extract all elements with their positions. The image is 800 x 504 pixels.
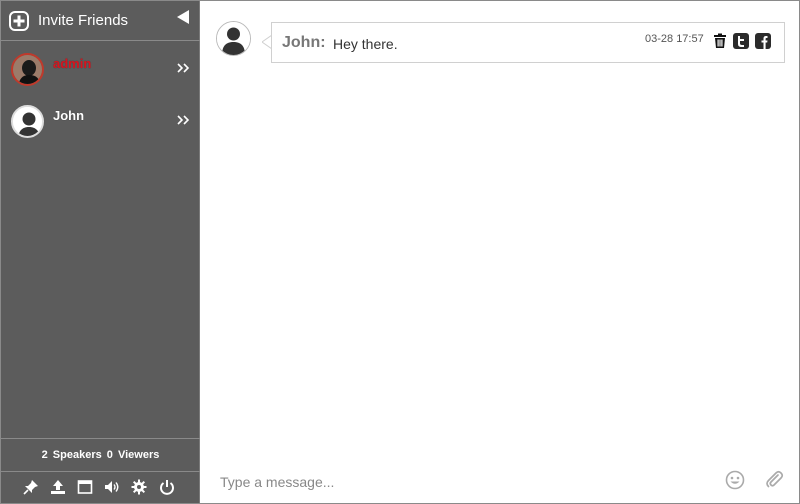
- gear-icon[interactable]: [131, 479, 147, 495]
- sidebar-toolbar: [1, 471, 200, 503]
- double-chevron-right-icon[interactable]: [176, 61, 190, 75]
- trash-icon[interactable]: [712, 33, 728, 49]
- default-user-icon: [13, 107, 42, 136]
- participant-stats: 2 Speakers 0 Viewers: [1, 438, 200, 471]
- collapse-sidebar-icon[interactable]: [177, 10, 189, 24]
- message-author: John:: [282, 34, 326, 51]
- message-input[interactable]: [211, 468, 711, 496]
- user-item-john[interactable]: John: [1, 95, 200, 145]
- avatar: [216, 21, 251, 56]
- default-user-icon: [217, 22, 250, 55]
- avatar: [11, 105, 44, 138]
- chat-app-window: Invite Friends admin John 2 Speakers 0 V…: [0, 0, 800, 504]
- window-icon[interactable]: [77, 479, 93, 495]
- message-composer: [201, 464, 799, 503]
- message-timestamp: 03-28 17:57: [645, 33, 704, 45]
- power-icon[interactable]: [159, 479, 175, 495]
- message-text: Hey there.: [333, 36, 398, 52]
- viewers-label: Viewers: [117, 449, 160, 461]
- invite-friends-button[interactable]: Invite Friends: [1, 1, 200, 41]
- speakers-count: 2: [41, 449, 48, 461]
- twitter-icon[interactable]: [733, 33, 749, 49]
- volume-icon[interactable]: [104, 479, 120, 495]
- viewers-count: 0: [106, 449, 113, 461]
- user-item-admin[interactable]: admin: [1, 43, 200, 93]
- user-name-admin: admin: [53, 56, 92, 71]
- plus-square-icon: [9, 11, 29, 31]
- facebook-icon[interactable]: [755, 33, 771, 49]
- user-photo-icon: [13, 55, 42, 84]
- pin-icon[interactable]: [23, 479, 39, 495]
- paperclip-icon[interactable]: [764, 469, 784, 489]
- speakers-label: Speakers: [52, 449, 102, 461]
- chat-panel: John: Hey there. 03-28 17:57: [201, 1, 799, 503]
- invite-friends-label: Invite Friends: [38, 12, 129, 29]
- emoji-icon[interactable]: [725, 470, 745, 490]
- upload-icon[interactable]: [50, 479, 66, 495]
- user-name-john: John: [53, 108, 85, 123]
- avatar: [11, 53, 44, 86]
- sidebar: Invite Friends admin John 2 Speakers 0 V…: [1, 1, 200, 503]
- double-chevron-right-icon[interactable]: [176, 113, 190, 127]
- chat-message: John: Hey there. 03-28 17:57: [271, 22, 785, 63]
